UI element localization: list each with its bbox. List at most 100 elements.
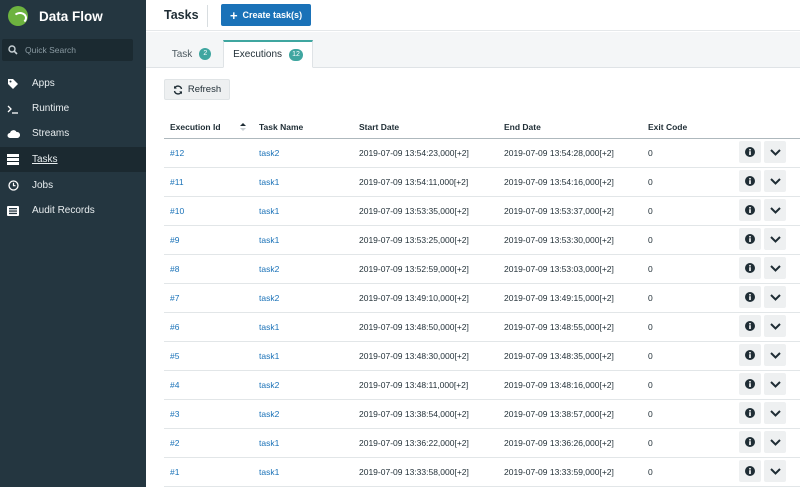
details-button[interactable]: [739, 286, 761, 308]
sidebar-item-tasks[interactable]: Tasks: [0, 147, 146, 172]
table-row: #2 task1 2019-07-09 13:36:22,000[+2] 201…: [164, 429, 800, 458]
details-button[interactable]: [739, 199, 761, 221]
task-name-link[interactable]: task2: [259, 380, 279, 390]
expand-button[interactable]: [764, 315, 786, 337]
task-name-link[interactable]: task1: [259, 438, 279, 448]
task-name-link[interactable]: task2: [259, 409, 279, 419]
chevron-down-icon: [769, 409, 781, 417]
task-name-link[interactable]: task1: [259, 467, 279, 477]
expand-button[interactable]: [764, 228, 786, 250]
execution-id-link[interactable]: #8: [170, 264, 179, 274]
execution-id-link[interactable]: #10: [170, 206, 184, 216]
expand-button[interactable]: [764, 286, 786, 308]
info-icon: [745, 292, 755, 302]
exit-code: 0: [648, 206, 653, 216]
info-icon: [745, 379, 755, 389]
expand-button[interactable]: [764, 170, 786, 192]
end-date: 2019-07-09 13:48:35,000[+2]: [504, 351, 614, 361]
start-date: 2019-07-09 13:54:11,000[+2]: [359, 177, 469, 187]
sidebar-item-runtime[interactable]: Runtime: [0, 96, 146, 121]
details-button[interactable]: [739, 431, 761, 453]
task-name-link[interactable]: task2: [259, 148, 279, 158]
create-task-label: Create task(s): [242, 10, 303, 20]
task-name-link[interactable]: task2: [259, 264, 279, 274]
sidebar-item-streams[interactable]: Streams: [0, 121, 146, 146]
cloud-icon: [6, 127, 20, 141]
app-name: Data Flow: [39, 8, 103, 24]
sort-icon[interactable]: [240, 123, 246, 131]
execution-id-link[interactable]: #1: [170, 467, 179, 477]
execution-id-link[interactable]: #2: [170, 438, 179, 448]
details-button[interactable]: [739, 228, 761, 250]
table-body: #12 task2 2019-07-09 13:54:23,000[+2] 20…: [164, 139, 800, 487]
table-row: #9 task1 2019-07-09 13:53:25,000[+2] 201…: [164, 226, 800, 255]
details-button[interactable]: [739, 402, 761, 424]
chevron-down-icon: [769, 264, 781, 272]
execution-id-link[interactable]: #6: [170, 322, 179, 332]
execution-id-link[interactable]: #5: [170, 351, 179, 361]
execution-id-link[interactable]: #7: [170, 293, 179, 303]
start-date: 2019-07-09 13:48:11,000[+2]: [359, 380, 469, 390]
exit-code: 0: [648, 148, 653, 158]
details-button[interactable]: [739, 373, 761, 395]
expand-button[interactable]: [764, 373, 786, 395]
start-date: 2019-07-09 13:48:30,000[+2]: [359, 351, 469, 361]
refresh-button[interactable]: Refresh: [164, 79, 230, 100]
start-date: 2019-07-09 13:53:35,000[+2]: [359, 206, 469, 216]
search-input[interactable]: [25, 45, 125, 55]
server-icon: [6, 153, 20, 167]
end-date: 2019-07-09 13:53:30,000[+2]: [504, 235, 614, 245]
expand-button[interactable]: [764, 431, 786, 453]
expand-button[interactable]: [764, 460, 786, 482]
chevron-down-icon: [769, 322, 781, 330]
chevron-down-icon: [769, 467, 781, 475]
tab-task[interactable]: Task 2: [164, 40, 219, 68]
execution-id-link[interactable]: #4: [170, 380, 179, 390]
task-name-link[interactable]: task1: [259, 235, 279, 245]
column-header-execution-id[interactable]: Execution Id: [170, 122, 221, 132]
details-button[interactable]: [739, 257, 761, 279]
details-button[interactable]: [739, 170, 761, 192]
tags-icon: [6, 77, 20, 91]
expand-button[interactable]: [764, 141, 786, 163]
table-row: #8 task2 2019-07-09 13:52:59,000[+2] 201…: [164, 255, 800, 284]
sidebar: Data Flow Apps Runtime Streams Tasks: [0, 0, 146, 487]
expand-button[interactable]: [764, 257, 786, 279]
task-name-link[interactable]: task2: [259, 293, 279, 303]
exit-code: 0: [648, 322, 653, 332]
create-task-button[interactable]: + Create task(s): [221, 4, 311, 26]
details-button[interactable]: [739, 315, 761, 337]
expand-button[interactable]: [764, 402, 786, 424]
sidebar-item-audit-records[interactable]: Audit Records: [0, 198, 146, 223]
sidebar-item-apps[interactable]: Apps: [0, 71, 146, 96]
brand[interactable]: Data Flow: [8, 6, 103, 26]
execution-id-link[interactable]: #9: [170, 235, 179, 245]
task-name-link[interactable]: task1: [259, 206, 279, 216]
start-date: 2019-07-09 13:52:59,000[+2]: [359, 264, 469, 274]
exit-code: 0: [648, 293, 653, 303]
tab-executions[interactable]: Executions 12: [223, 40, 313, 68]
details-button[interactable]: [739, 344, 761, 366]
task-name-link[interactable]: task1: [259, 177, 279, 187]
chevron-down-icon: [769, 148, 781, 156]
table-row: #4 task2 2019-07-09 13:48:11,000[+2] 201…: [164, 371, 800, 400]
details-button[interactable]: [739, 141, 761, 163]
task-name-link[interactable]: task1: [259, 351, 279, 361]
sidebar-item-jobs[interactable]: Jobs: [0, 173, 146, 198]
start-date: 2019-07-09 13:38:54,000[+2]: [359, 409, 469, 419]
terminal-icon: [6, 102, 20, 116]
info-icon: [745, 176, 755, 186]
expand-button[interactable]: [764, 199, 786, 221]
execution-id-link[interactable]: #3: [170, 409, 179, 419]
expand-button[interactable]: [764, 344, 786, 366]
execution-id-link[interactable]: #12: [170, 148, 184, 158]
task-name-link[interactable]: task1: [259, 322, 279, 332]
exit-code: 0: [648, 380, 653, 390]
search-icon: [8, 45, 18, 55]
details-button[interactable]: [739, 460, 761, 482]
execution-id-link[interactable]: #11: [170, 177, 184, 187]
plus-icon: +: [229, 7, 238, 23]
sidebar-item-label: Apps: [32, 78, 55, 89]
end-date: 2019-07-09 13:53:37,000[+2]: [504, 206, 614, 216]
info-icon: [745, 234, 755, 244]
